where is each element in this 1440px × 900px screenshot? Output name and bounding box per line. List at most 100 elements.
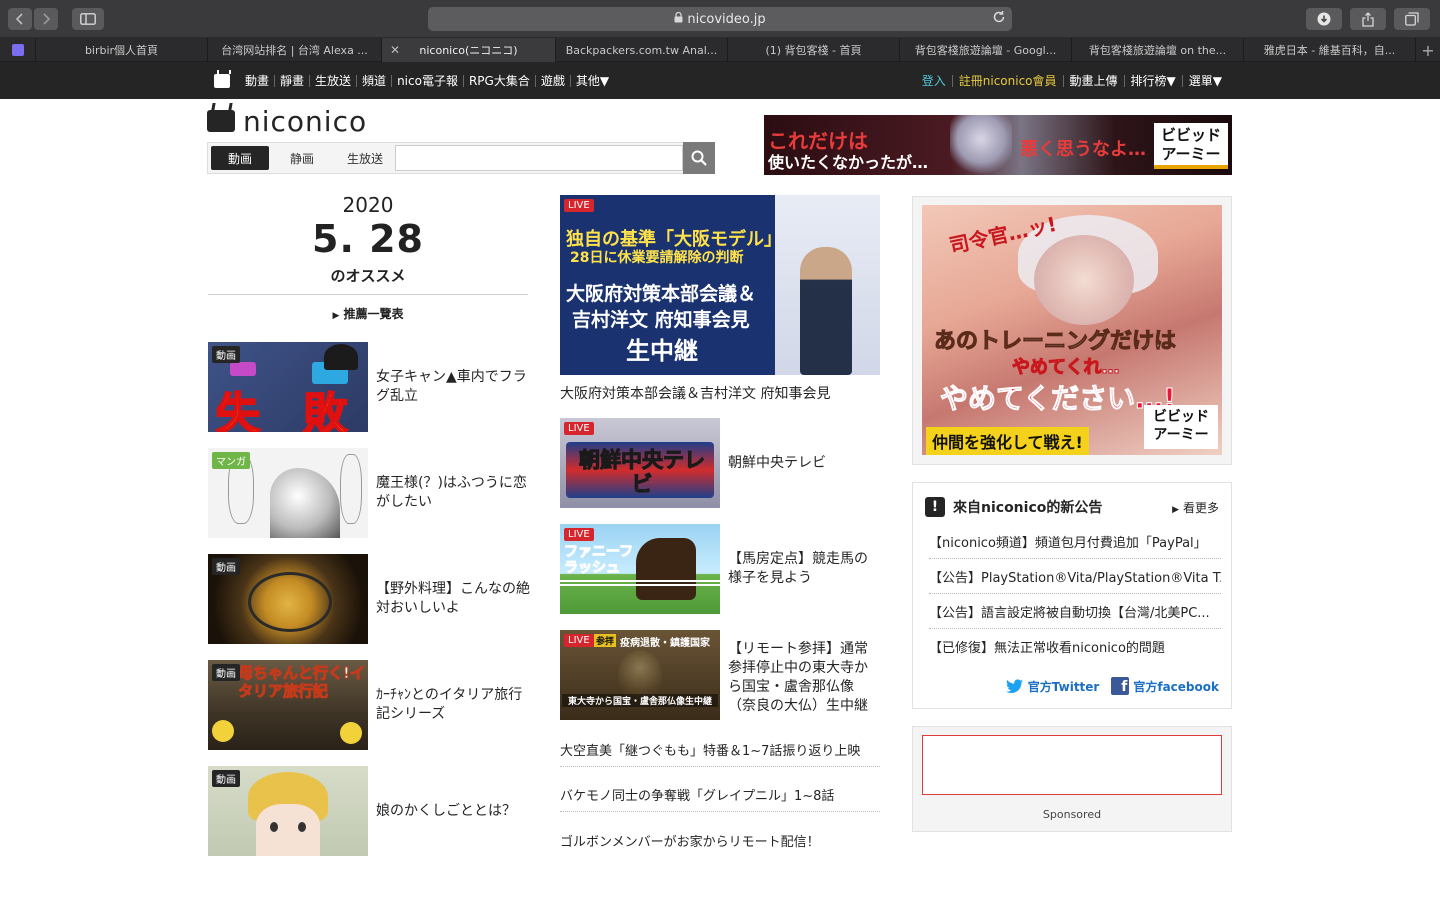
twitter-link[interactable]: 官方Twitter [1028, 678, 1100, 695]
live-main-text-2: 28日に休業要請解除の判断 [570, 250, 744, 266]
nav-live[interactable]: 生放送 [309, 74, 356, 87]
search-tab-video[interactable]: 動画 [211, 146, 269, 170]
live-title[interactable]: 【馬房定点】競走馬の様子を見よう [728, 524, 880, 614]
niconico-global-nav: 動畫 靜畫 生放送 頻道 nico電子報 RPG大集合 遊戲 其他▼ 登入 註冊… [0, 62, 1440, 99]
facebook-icon[interactable]: f [1111, 677, 1130, 695]
recommend-title[interactable]: 魔王様(？)はふつうに恋がしたい [376, 448, 530, 538]
download-icon [1317, 12, 1331, 26]
divider [208, 294, 528, 295]
live-thumbnail[interactable]: LIVE 参拝 疫病退散・鎮護国家 東大寺から国宝・盧舎那仏像生中継 [560, 630, 720, 720]
tab-backpackers-google[interactable]: 背包客棧旅遊論壇 - Googl... [900, 38, 1072, 62]
tab-taiwan-alexa[interactable]: 台湾网站排名 | 台湾 Alexa ... [208, 38, 382, 62]
tab-backpackers-analytics[interactable]: Backpackers.com.tw Anal... [556, 38, 728, 62]
nav-other[interactable]: 其他▼ [569, 74, 614, 87]
search-tab-seiga[interactable]: 静画 [272, 146, 332, 170]
niconico-tv-icon[interactable] [214, 69, 231, 88]
character-face-image [1034, 235, 1134, 325]
live-thumbnail[interactable]: LIVE 朝鮮中央テレビ [560, 418, 720, 508]
live-title[interactable]: 【リモート参拝】通常参拝停止中の東大寺から国宝・盧舎那仏像（奈良の大仏）生中継 [728, 630, 880, 726]
back-button[interactable] [8, 8, 32, 30]
nav-channel[interactable]: 頻道 [356, 74, 391, 87]
share-button[interactable] [1350, 8, 1386, 30]
banner-text-3: 悪く思うなよ… [1020, 139, 1146, 160]
nav-newsletter[interactable]: nico電子報 [391, 74, 463, 87]
close-icon[interactable]: ✕ [390, 43, 400, 57]
nav-games[interactable]: 遊戲 [534, 74, 570, 87]
recommend-title[interactable]: 女子キャン▲車内でフラグ乱立 [376, 342, 530, 432]
news-link[interactable]: ゴルボンメンバーがお家からリモート配信！ [560, 823, 880, 857]
recommend-year: 2020 [342, 193, 394, 217]
recommend-item[interactable]: 動画 娘のかくしごととは？ [208, 766, 528, 856]
niconico-logo[interactable]: niconico [207, 105, 367, 138]
recommend-all-link[interactable]: ▶ 推薦一覽表 [208, 305, 528, 322]
address-text: nicovideo.jp [687, 11, 766, 27]
search-input[interactable] [395, 145, 683, 171]
nav-video[interactable]: 動畫 [240, 75, 274, 87]
recommend-thumbnail[interactable]: 動画 [208, 554, 368, 644]
side-ad-image[interactable]: 司令官…ッ! あのトレーニングだけは やめてくれ… やめてください…! 仲間を強… [922, 205, 1222, 455]
thumb-head-text: 疫病退散・鎮護国家 [620, 638, 710, 649]
live-main-caption[interactable]: 大阪府対策本部会議＆吉村洋文 府知事会見 [560, 383, 880, 403]
recommend-month-day: 5. 28 [312, 217, 424, 261]
recommend-thumbnail[interactable]: マンガ [208, 448, 368, 538]
notice-item[interactable]: 【已修復】無法正常收看niconico的問題 [929, 629, 1221, 664]
manga-character-image [270, 468, 340, 538]
downloads-button[interactable] [1306, 8, 1342, 30]
address-bar[interactable]: nicovideo.jp [428, 7, 1012, 31]
notice-item[interactable]: 【公告】PlayStation®Vita/PlayStation®Vita T.… [929, 559, 1221, 594]
reload-icon[interactable] [992, 10, 1006, 28]
tab-label: niconico(ニコニコ) [419, 44, 518, 57]
search-tab-live[interactable]: 生放送 [335, 146, 395, 170]
register-link[interactable]: 註冊niconico會員 [951, 74, 1063, 87]
recommend-item[interactable]: 動画 【野外料理】こんなの絶対おいしいよ [208, 554, 530, 644]
recommend-title[interactable]: 娘のかくしごととは？ [376, 766, 530, 856]
live-item[interactable]: LIVE 朝鮮中央テレビ 朝鮮中央テレビ [560, 418, 882, 508]
notice-more-link[interactable]: ▶ 看更多 [1172, 499, 1219, 516]
tab-label: Backpackers.com.tw Anal... [565, 43, 718, 57]
twitter-icon[interactable] [1005, 679, 1024, 694]
pinned-tab[interactable] [0, 38, 36, 62]
notice-item[interactable]: 【niconico頻道】頻道包月付費追加「PayPal」 [929, 524, 1221, 559]
recommend-item[interactable]: 動画 失 敗 女子キャン▲車内でフラグ乱立 [208, 342, 528, 432]
new-tab-button[interactable]: + [1416, 38, 1440, 62]
recommend-thumbnail[interactable]: 動画 失 敗 [208, 342, 368, 432]
forward-button[interactable] [34, 8, 58, 30]
recommend-item[interactable]: マンガ 魔王様(？)はふつうに恋がしたい [208, 448, 528, 538]
tab-yahoo-wiki[interactable]: 雅虎日本 - 維基百科，自... [1244, 38, 1416, 62]
recommend-item[interactable]: 動画 母ちゃんと行く!イタリア旅行記 ｶｰﾁｬﾝとのイタリア旅行記シリーズ [208, 660, 528, 750]
tab-overview-button[interactable] [1394, 8, 1430, 30]
nav-seiga[interactable]: 靜畫 [274, 74, 309, 87]
recommend-title[interactable]: 【野外料理】こんなの絶対おいしいよ [376, 554, 530, 644]
recommend-title[interactable]: ｶｰﾁｬﾝとのイタリア旅行記シリーズ [376, 660, 530, 750]
live-badge: LIVE [564, 634, 594, 647]
live-thumbnail[interactable]: LIVE ファニーフラッシュ [560, 524, 720, 614]
top-banner-ad[interactable]: これだけは 使いたくなかったが… 悪く思うなよ… ビビッド アーミー [764, 115, 1232, 175]
main-menu[interactable]: 選單▼ [1181, 74, 1228, 87]
tab-label: 台湾网站排名 | 台湾 Alexa ... [221, 44, 368, 57]
live-item[interactable]: LIVE ファニーフラッシュ 【馬房定点】競走馬の様子を見よう [560, 524, 882, 614]
nav-rpg[interactable]: RPG大集合 [462, 74, 535, 87]
tab-birbir[interactable]: birbir個人首頁 [36, 38, 208, 62]
news-link[interactable]: 大空直美「継つぐもも」特番＆1~7話振り返り上映 [560, 733, 880, 767]
recommend-thumbnail[interactable]: 動画 母ちゃんと行く!イタリア旅行記 [208, 660, 368, 750]
upload-link[interactable]: 動畫上傳 [1062, 74, 1124, 87]
notice-item[interactable]: 【公告】語言設定將被自動切換【台灣/北美PC... [929, 594, 1221, 629]
tab-backpackers-web[interactable]: 背包客棧旅遊論壇 on the... [1072, 38, 1244, 62]
tab-backpackers-home[interactable]: (1) 背包客棧 - 首頁 [728, 38, 900, 62]
login-link[interactable]: 登入 [916, 75, 952, 87]
search-button[interactable] [683, 142, 715, 174]
ranking-menu[interactable]: 排行榜▼ [1123, 74, 1182, 87]
social-links: 官方Twitter f 官方facebook [1005, 677, 1219, 695]
facebook-link[interactable]: 官方facebook [1133, 678, 1219, 695]
tab-niconico[interactable]: ✕ niconico(ニコニコ) [382, 38, 556, 62]
news-link[interactable]: バケモノ同士の争奪戦「グレイプニル」1~8話 [560, 778, 880, 812]
recommend-thumbnail[interactable]: 動画 [208, 766, 368, 856]
sidebar-icon [80, 13, 96, 25]
recommend-subtitle: のオススメ [330, 267, 406, 285]
sidebar-toggle-button[interactable] [72, 8, 104, 30]
sponsored-ad-frame[interactable] [922, 735, 1222, 795]
buddha-statue-image [618, 650, 662, 700]
live-main-banner[interactable]: LIVE 独自の基準「大阪モデル」 28日に休業要請解除の判断 大阪府対策本部会… [560, 195, 880, 375]
live-title[interactable]: 朝鮮中央テレビ [728, 418, 880, 508]
live-item[interactable]: LIVE 参拝 疫病退散・鎮護国家 東大寺から国宝・盧舎那仏像生中継 【リモート… [560, 630, 882, 726]
